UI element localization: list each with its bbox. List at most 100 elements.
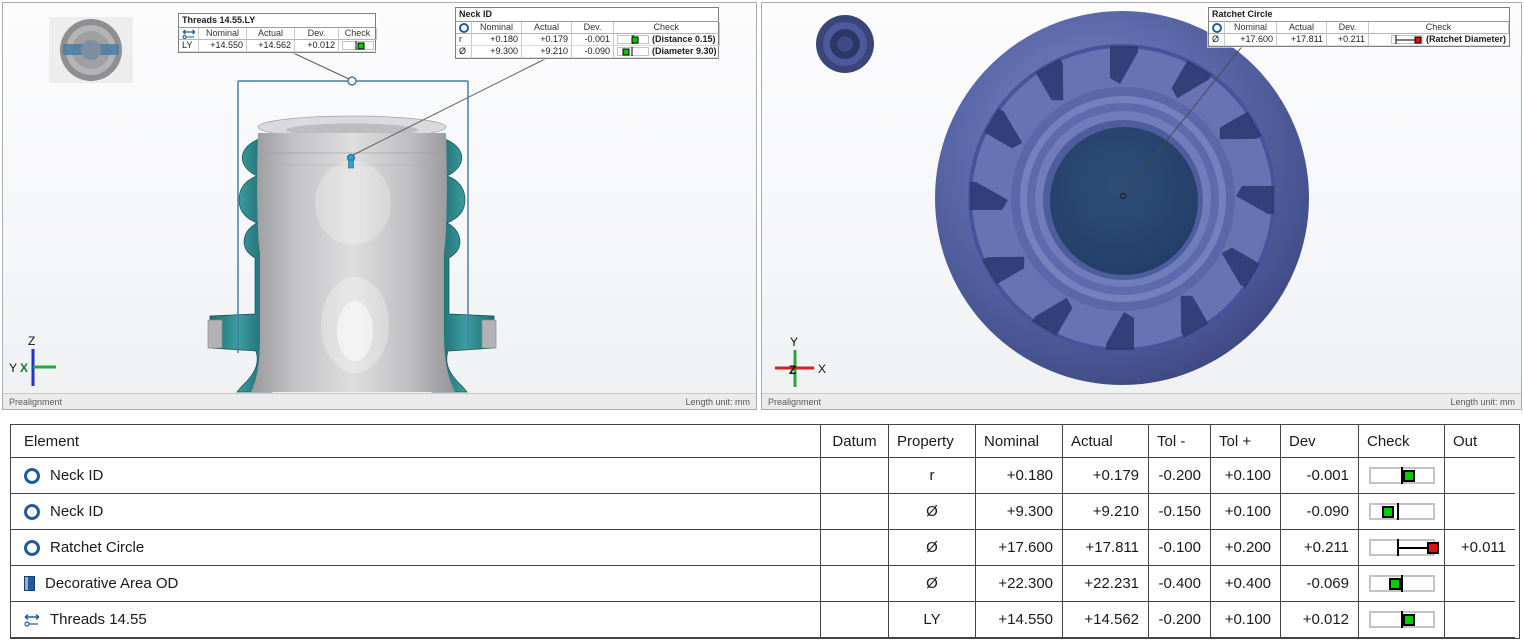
tolerance-indicator [1369,611,1435,628]
tolerance-indicator [1369,539,1435,556]
col-nominal: Nominal [472,22,522,34]
nominal-value: +22.300 [976,566,1063,602]
nominal-value: +9.300 [976,494,1063,530]
actual-value: +22.231 [1063,566,1149,602]
tolerance-indicator [1391,35,1423,44]
tolerance-indicator [617,47,649,56]
out-value [1445,494,1515,530]
tol-plus-value: +0.100 [1211,602,1281,638]
dev-value: -0.069 [1281,566,1359,602]
col-actual: Actual [247,28,295,40]
dev-value: -0.001 [572,34,614,46]
element-name: Decorative Area OD [45,575,178,592]
header-tol-minus[interactable]: Tol - [1149,425,1211,458]
tol-minus-value: -0.100 [1149,530,1211,566]
actual-value: +17.811 [1063,530,1149,566]
distance-icon [24,613,40,627]
header-check[interactable]: Check [1359,425,1445,458]
tol-minus-value: -0.400 [1149,566,1211,602]
viewport-front-view[interactable]: Z Y X Prealignment Length unit: mm [2,2,757,410]
property-value: r [889,458,976,494]
annotation-ratchet-circle[interactable]: Ratchet Circle Nominal Actual Dev. Check… [1208,7,1510,47]
axis-label-x: X [20,361,28,375]
header-actual[interactable]: Actual [1063,425,1149,458]
tol-minus-value: -0.200 [1149,602,1211,638]
datum-value [821,602,889,638]
tol-plus-value: +0.400 [1211,566,1281,602]
actual-value: +0.179 [522,34,572,46]
actual-value: +14.562 [1063,602,1149,638]
alignment-label: Prealignment [9,397,62,407]
property-value: LY [889,602,976,638]
threads-leader-line [289,51,349,79]
tolerance-indicator [617,35,649,44]
property-label: LY [179,40,199,52]
element-name: Ratchet Circle [50,539,144,556]
tol-minus-value: -0.150 [1149,494,1211,530]
dev-value: -0.090 [572,46,614,58]
header-element[interactable]: Element [11,425,821,458]
out-value: +0.011 [1445,530,1515,566]
dev-value: -0.001 [1281,458,1359,494]
header-nominal[interactable]: Nominal [976,425,1063,458]
viewport-top-view[interactable]: Y X Z Prealignment Length unit: mm [761,2,1522,410]
tolerance-indicator [1369,575,1435,592]
circle-icon [24,504,40,520]
actual-value: +9.210 [1063,494,1149,530]
check-label: (Distance 0.15) [652,34,716,45]
actual-value: +17.811 [1277,34,1327,46]
property-value: Ø [889,530,976,566]
tol-plus-value: +0.100 [1211,494,1281,530]
property-label: Ø [1209,34,1225,46]
property-label: Ø [456,46,472,58]
header-datum[interactable]: Datum [821,425,889,458]
tolerance-indicator [342,41,374,50]
viewport-statusbar: Prealignment Length unit: mm [3,393,756,409]
nominal-value: +14.550 [199,40,247,52]
axis-triad: Z Y X [9,334,56,386]
out-value [1445,458,1515,494]
axis-triad: Y X Z [775,335,826,387]
cap-top-render: Y X Z [762,3,1521,394]
tolerance-indicator [1369,503,1435,520]
property-value: Ø [889,494,976,530]
annotation-neck-id[interactable]: Neck ID Nominal Actual Dev. Check r +0.1… [455,7,719,59]
tol-plus-value: +0.200 [1211,530,1281,566]
header-dev[interactable]: Dev [1281,425,1359,458]
tol-minus-value: -0.200 [1149,458,1211,494]
nominal-value: +17.600 [976,530,1063,566]
part-thumbnail [816,15,874,73]
header-out[interactable]: Out [1445,425,1515,458]
datum-value [821,458,889,494]
element-name: Neck ID [50,503,103,520]
nominal-value: +14.550 [976,602,1063,638]
neck-id-measure-point[interactable] [348,155,355,169]
length-unit-label: Length unit: mm [685,397,750,407]
neck-id-leader-line [353,58,547,155]
inspection-results-table: Element Datum Property Nominal Actual To… [10,424,1520,639]
actual-value: +0.179 [1063,458,1149,494]
circle-icon [24,540,40,556]
annotation-threads[interactable]: Threads 14.55.LY Nominal Actual Dev. Che… [178,13,376,53]
bottle-neck-front-render: Z Y X [3,3,756,394]
annotation-title: Neck ID [456,8,718,22]
actual-value: +14.562 [247,40,295,52]
part-thumbnail [49,17,133,83]
header-property[interactable]: Property [889,425,976,458]
axis-label-z: Z [789,363,796,377]
circle-icon [1212,23,1222,33]
check-label: (Diameter 9.30) [652,46,717,57]
datum-value [821,566,889,602]
dev-value: +0.211 [1281,530,1359,566]
actual-value: +9.210 [522,46,572,58]
datum-value [821,530,889,566]
header-tol-plus[interactable]: Tol + [1211,425,1281,458]
axis-label-y: Y [790,335,798,349]
col-nominal: Nominal [199,28,247,40]
col-check: Check [1369,22,1509,34]
axis-label-z: Z [28,334,35,348]
circle-icon [24,468,40,484]
check-label: (Ratchet Diameter) [1426,34,1506,45]
col-dev: Dev. [295,28,339,40]
out-value [1445,602,1515,638]
